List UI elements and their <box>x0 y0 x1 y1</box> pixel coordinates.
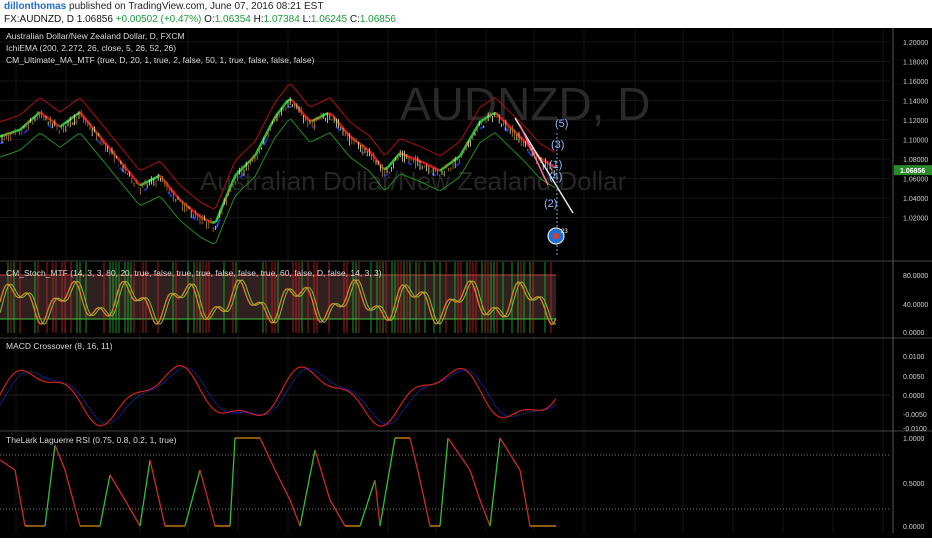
high-value: 1.07384 <box>263 14 300 25</box>
publish-header: dillonthomas published on TradingView.co… <box>0 0 932 28</box>
author-link[interactable]: dillonthomas <box>4 1 66 12</box>
stoch-tick-label: 80.0000 <box>903 273 928 280</box>
wave-label: (1) <box>549 159 562 171</box>
price-tick-label: 1.20000 <box>903 40 928 47</box>
symbol-label: FX:AUDNZD, D <box>4 14 74 25</box>
price-tick-label: 1.08000 <box>903 157 928 164</box>
macd-tick-label: 0.0100 <box>903 354 925 361</box>
publish-line: dillonthomas published on TradingView.co… <box>4 1 323 12</box>
wave-label: (5) <box>555 118 568 130</box>
price-tick-label: 1.02000 <box>903 216 928 223</box>
price-tick-label: 1.06000 <box>903 177 928 184</box>
price-tick-label: 1.14000 <box>903 99 928 106</box>
indicator-ma-mtf-label[interactable]: CM_Ultimate_MA_MTF (true, D, 20, 1, true… <box>6 55 314 65</box>
macd-tick-label: -0.0050 <box>903 412 927 419</box>
ma-segment <box>423 161 429 166</box>
price-tick-label: 1.10000 <box>903 138 928 145</box>
close-value: 1.06856 <box>359 14 396 25</box>
event-badge-flag <box>553 233 559 239</box>
ma-segment <box>211 220 217 224</box>
price-tick-label: 1.18000 <box>903 60 928 67</box>
main-pane-title: Australian Dollar/New Zealand Dollar, D,… <box>6 31 185 41</box>
stoch-tick-label: 0.0000 <box>903 330 925 337</box>
watermark-symbol: AUDNZD, D <box>400 78 650 130</box>
stoch-tick-label: 40.0000 <box>903 302 928 309</box>
event-badge-count: 23 <box>561 229 568 235</box>
rsi-tick-label: 0.5000 <box>903 481 925 488</box>
low-value: 1.06245 <box>310 14 348 25</box>
last-price-tag-label: 1.06856 <box>900 168 925 175</box>
last-price: 1.06856 <box>76 14 113 25</box>
footer-strip <box>0 538 932 550</box>
open-value: 1.06354 <box>214 14 251 25</box>
ma-segment <box>139 182 145 187</box>
price-tick-label: 1.04000 <box>903 196 928 203</box>
publish-info: published on TradingView.com, June 07, 2… <box>66 1 324 12</box>
macd-tick-label: 0.0050 <box>903 374 925 381</box>
wave-label: (4) <box>549 171 562 183</box>
macd-tick-label: -0.0100 <box>903 426 927 433</box>
rsi-pane-title[interactable]: TheLark Laguerre RSI (0.75, 0.8, 0.2, 1,… <box>6 435 177 445</box>
macd-tick-label: 0.0000 <box>903 393 925 400</box>
chart-area[interactable]: AUDNZD, D Australian Dollar/New Zealand … <box>0 28 932 546</box>
rsi-tick-label: 0.0000 <box>903 524 925 531</box>
wave-label: (3) <box>551 139 564 151</box>
price-tick-label: 1.12000 <box>903 118 928 125</box>
price-change: +0.00502 (+0.47%) <box>115 14 202 25</box>
watermark-name: Australian Dollar/New Zealand Dollar <box>200 166 627 196</box>
macd-pane-title[interactable]: MACD Crossover (8, 16, 11) <box>6 341 113 351</box>
ma-segment <box>419 159 425 165</box>
indicator-ichiema-label[interactable]: IchiEMA (200, 2.272, 26, close, 5, 26, 5… <box>6 43 176 53</box>
price-tick-label: 1.16000 <box>903 79 928 86</box>
ohlc-line: FX:AUDNZD, D 1.06856 +0.00502 (+0.47%) O… <box>4 14 396 25</box>
wave-label: (2) <box>544 198 557 210</box>
rsi-tick-label: 1.0000 <box>903 436 925 443</box>
stoch-pane-title[interactable]: CM_Stoch_MTF (14, 3, 3, 80, 20, true, fa… <box>6 268 382 278</box>
chart-canvas[interactable]: AUDNZD, D Australian Dollar/New Zealand … <box>0 28 932 546</box>
